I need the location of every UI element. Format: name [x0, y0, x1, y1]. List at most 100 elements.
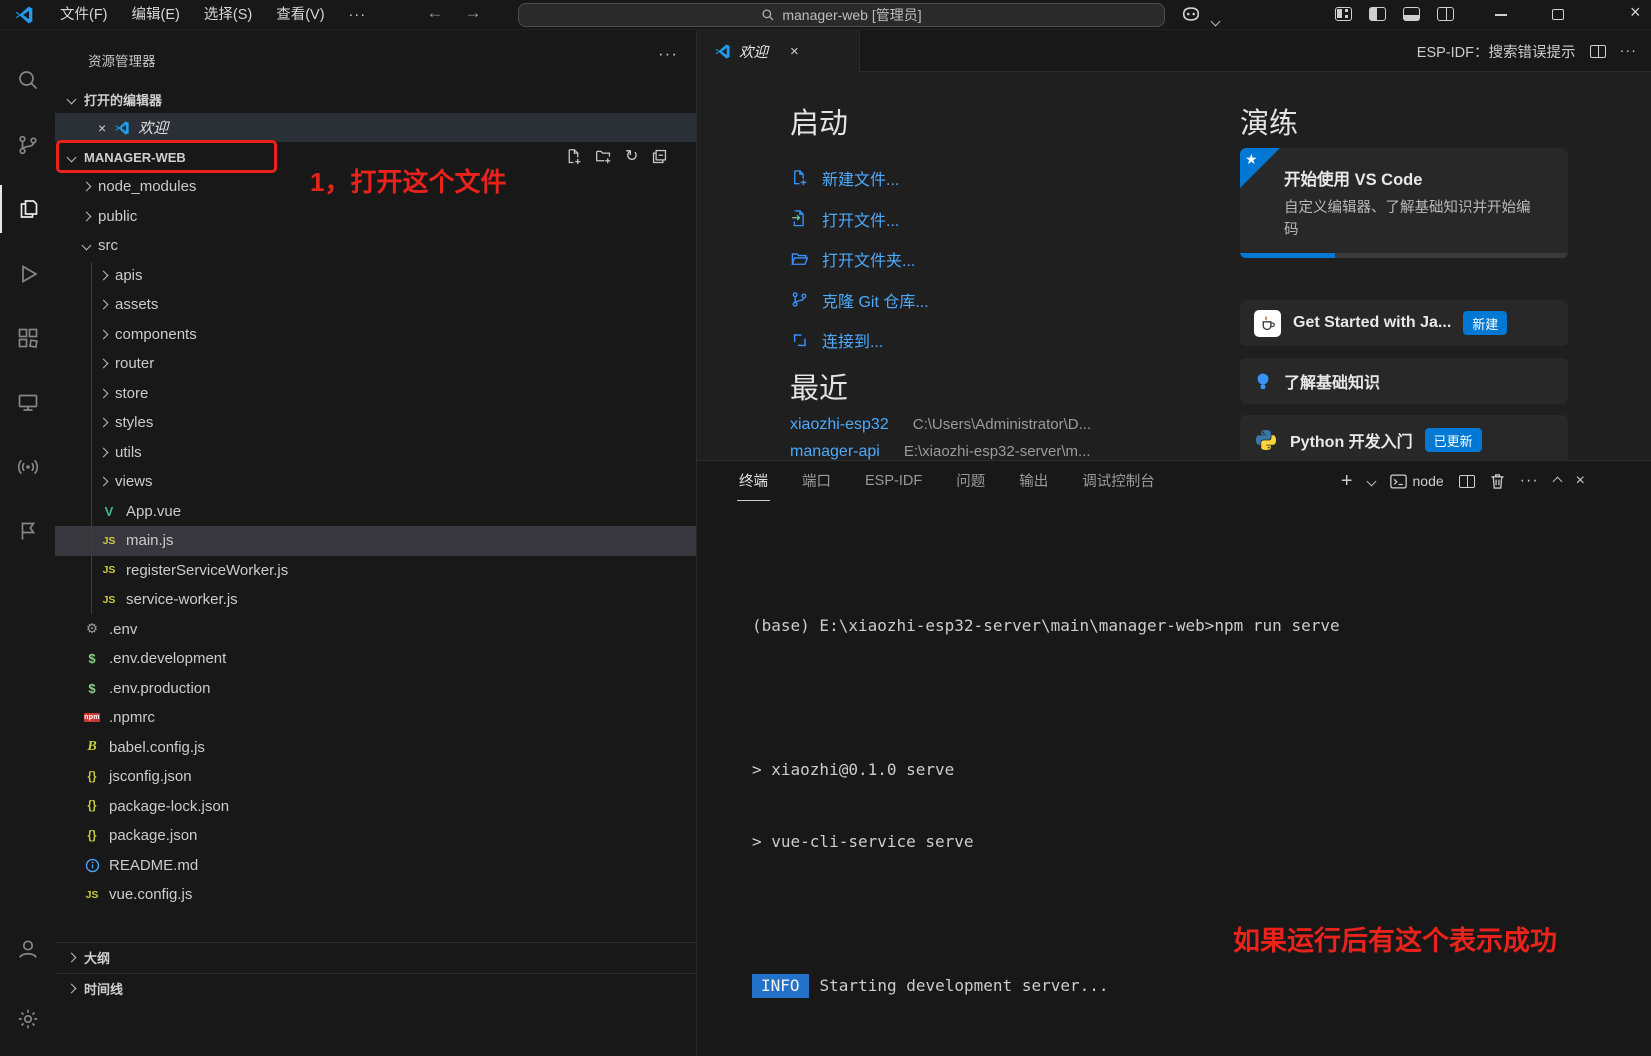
sidebar-more-icon[interactable]: ···: [658, 44, 678, 64]
tree-item-babel.config.js[interactable]: Bbabel.config.js: [55, 733, 696, 763]
activity-remote-explorer-icon[interactable]: [0, 379, 55, 427]
card-description: 自定义编辑器、了解基础知识并开始编码: [1284, 200, 1531, 238]
menu-more-icon[interactable]: ···: [337, 0, 379, 30]
recent-item[interactable]: xiaozhi-esp32 C:\Users\Administrator\D...: [790, 416, 1091, 434]
tab-welcome[interactable]: 欢迎 ×: [697, 30, 860, 72]
tree-item-store[interactable]: store: [55, 379, 696, 409]
open-folder-icon: [790, 250, 809, 269]
panel-tab-端口[interactable]: 端口: [800, 461, 833, 501]
tree-item-service-worker.js[interactable]: JS service-worker.js: [55, 585, 696, 615]
tree-item-registerServiceWorker.js[interactable]: JS registerServiceWorker.js: [55, 556, 696, 586]
panel-tab-问题[interactable]: 问题: [954, 461, 987, 501]
star-icon: ★: [1245, 151, 1258, 167]
tree-item-styles[interactable]: styles: [55, 408, 696, 438]
tree-item-assets[interactable]: assets: [55, 290, 696, 320]
walkthrough-card-fundamentals[interactable]: 了解基础知识: [1240, 358, 1568, 404]
activity-flag-icon[interactable]: [0, 507, 55, 555]
trash-icon[interactable]: [1490, 473, 1505, 489]
activity-account-icon[interactable]: [0, 925, 55, 973]
open-editor-welcome[interactable]: × 欢迎: [55, 113, 696, 142]
command-center[interactable]: manager-web [管理员]: [518, 3, 1165, 27]
activity-settings-gear-icon[interactable]: [0, 995, 55, 1043]
tab-close-icon[interactable]: ×: [790, 43, 799, 60]
activity-search-icon[interactable]: [0, 56, 55, 104]
menu-item[interactable]: 选择(S): [192, 0, 264, 30]
tree-item-.env.production[interactable]: $ .env.production: [55, 674, 696, 704]
timeline-section[interactable]: 时间线: [55, 973, 696, 1003]
new-terminal-icon[interactable]: +: [1341, 470, 1353, 493]
start-link[interactable]: 打开文件夹...: [790, 239, 929, 280]
tree-item-.env[interactable]: ⚙ .env: [55, 615, 696, 645]
new-folder-icon[interactable]: [595, 146, 612, 166]
walkthrough-card-python[interactable]: Python 开发入门 已更新: [1240, 415, 1568, 460]
collapse-all-icon[interactable]: [651, 146, 668, 166]
tree-item-.env.development[interactable]: $ .env.development: [55, 644, 696, 674]
tree-item-views[interactable]: views: [55, 467, 696, 497]
gear-icon: ⚙: [85, 621, 99, 637]
recent-item[interactable]: manager-api E:\xiaozhi-esp32-server\m...: [790, 443, 1091, 460]
git-clone-icon: [790, 290, 809, 309]
tree-item-components[interactable]: components: [55, 320, 696, 350]
progress-track: [1240, 253, 1568, 258]
toggle-sidebar-icon[interactable]: [1369, 7, 1386, 21]
tree-item-package.json[interactable]: {} package.json: [55, 821, 696, 851]
menu-item[interactable]: 查看(V): [264, 0, 336, 30]
tree-item-.npmrc[interactable]: npm .npmrc: [55, 703, 696, 733]
more-actions-icon[interactable]: ···: [1520, 472, 1539, 490]
maximize-panel-icon[interactable]: [1552, 476, 1563, 486]
panel-tab-终端[interactable]: 终端: [737, 461, 770, 501]
activity-explorer-icon[interactable]: [0, 185, 55, 233]
copilot-icon[interactable]: [1180, 4, 1202, 24]
tree-item-src[interactable]: src: [55, 231, 696, 261]
tree-item-package-lock.json[interactable]: {} package-lock.json: [55, 792, 696, 822]
window-maximize-button[interactable]: [1552, 9, 1564, 20]
editor-action-label[interactable]: ESP-IDF：搜索错误提示: [1417, 41, 1576, 62]
sidebar-title: 资源管理器: [88, 54, 156, 69]
tree-item-jsconfig.json[interactable]: {} jsconfig.json: [55, 762, 696, 792]
tree-item-router[interactable]: router: [55, 349, 696, 379]
activity-extensions-icon[interactable]: [0, 314, 55, 362]
toggle-secondary-sidebar-icon[interactable]: [1437, 7, 1454, 21]
terminal-profile-chevron-icon[interactable]: [1366, 476, 1376, 486]
activity-broadcast-icon[interactable]: [0, 443, 55, 491]
menu-item[interactable]: 文件(F): [48, 0, 120, 30]
close-panel-icon[interactable]: ×: [1576, 472, 1585, 490]
open-editors-section[interactable]: 打开的编辑器: [55, 86, 696, 112]
walkthrough-card-java[interactable]: Get Started with Ja... 新建: [1240, 300, 1568, 346]
split-editor-icon[interactable]: [1589, 44, 1606, 58]
panel-tab-ESP-IDF[interactable]: ESP-IDF: [863, 464, 924, 499]
refresh-icon[interactable]: ↻: [625, 146, 638, 166]
menu-item[interactable]: 编辑(E): [120, 0, 192, 30]
more-actions-icon[interactable]: ···: [1620, 43, 1638, 59]
start-link[interactable]: 连接到...: [790, 320, 929, 361]
start-link[interactable]: 新建文件...: [790, 158, 929, 199]
tree-item-utils[interactable]: utils: [55, 438, 696, 468]
panel-tab-调试控制台[interactable]: 调试控制台: [1080, 461, 1157, 501]
panel-tab-输出[interactable]: 输出: [1017, 461, 1050, 501]
new-file-icon[interactable]: [565, 146, 582, 166]
tree-item-main.js[interactable]: JS main.js: [55, 526, 696, 556]
terminal-output[interactable]: (base) E:\xiaozhi-esp32-server\main\mana…: [752, 566, 1340, 1056]
tree-item-README.md[interactable]: README.md: [55, 851, 696, 881]
tree-item-App.vue[interactable]: V App.vue: [55, 497, 696, 527]
start-link[interactable]: 打开文件...: [790, 199, 929, 240]
close-icon[interactable]: ×: [98, 120, 106, 136]
terminal-instance[interactable]: node: [1389, 473, 1444, 489]
info-icon: [83, 856, 101, 874]
nav-forward-icon[interactable]: →: [460, 3, 486, 23]
activity-source-control-icon[interactable]: [0, 121, 55, 169]
toggle-panel-icon[interactable]: [1403, 7, 1420, 21]
nav-back-icon[interactable]: ←: [422, 3, 448, 23]
activity-run-debug-icon[interactable]: [0, 250, 55, 298]
start-link[interactable]: 克隆 Git 仓库...: [790, 280, 929, 321]
copilot-chevron-down-icon[interactable]: [1210, 12, 1221, 30]
split-terminal-icon[interactable]: [1458, 474, 1475, 488]
window-close-button[interactable]: ×: [1630, 2, 1641, 23]
outline-section[interactable]: 大纲: [55, 942, 696, 972]
customize-layout-icon[interactable]: [1335, 7, 1352, 21]
walkthrough-card-getting-started[interactable]: ★ 开始使用 VS Code 自定义编辑器、了解基础知识并开始编码: [1240, 148, 1568, 258]
window-minimize-button[interactable]: [1495, 14, 1507, 16]
tree-item-public[interactable]: public: [55, 202, 696, 232]
tree-item-vue.config.js[interactable]: JS vue.config.js: [55, 880, 696, 910]
tree-item-apis[interactable]: apis: [55, 261, 696, 291]
